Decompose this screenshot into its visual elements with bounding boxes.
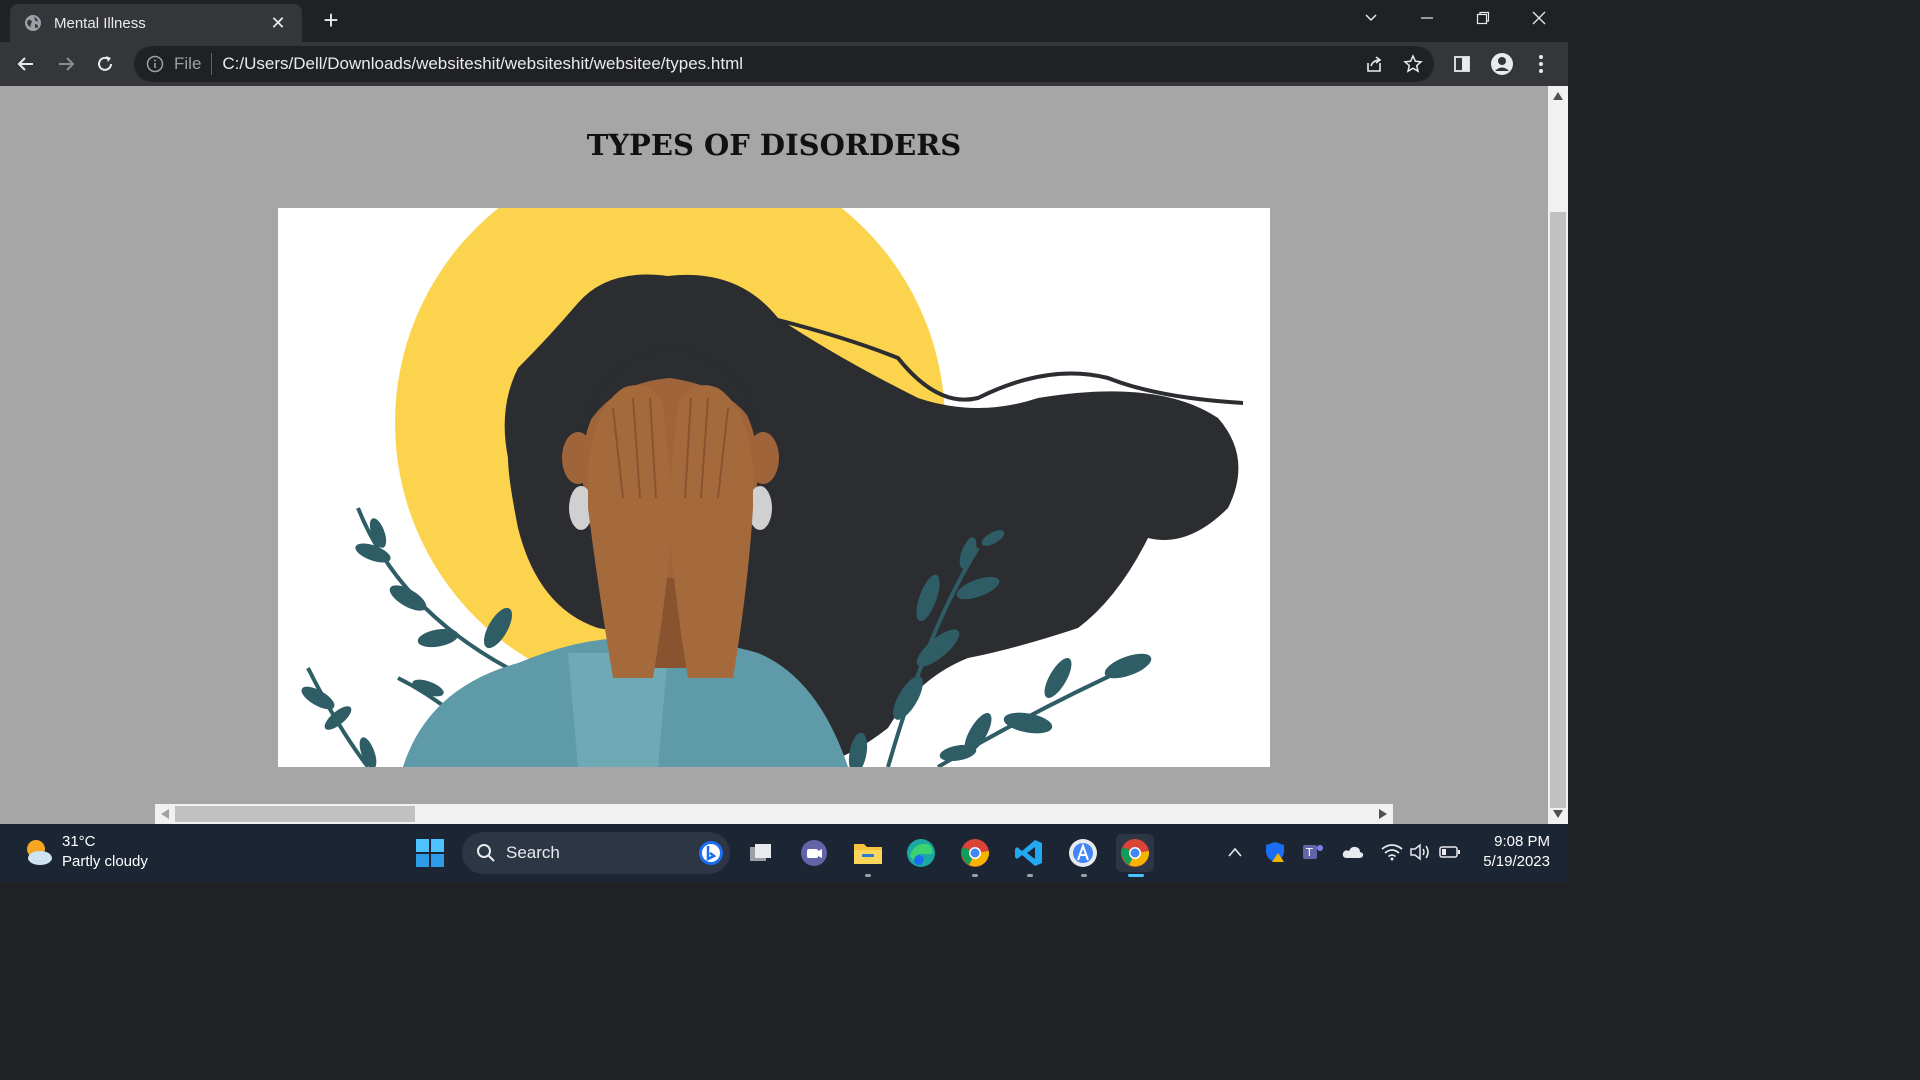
taskbar-search[interactable]: Search	[462, 832, 730, 874]
scroll-down-icon[interactable]	[1553, 810, 1563, 818]
close-window-icon[interactable]	[1513, 0, 1565, 36]
active-indicator	[1128, 874, 1144, 877]
bookmark-star-icon[interactable]	[1399, 50, 1427, 78]
svg-text:T: T	[1305, 846, 1313, 859]
running-indicator	[1027, 874, 1033, 877]
vscode-icon[interactable]	[1010, 834, 1048, 872]
security-warning-icon[interactable]	[1263, 840, 1287, 864]
side-panel-icon[interactable]	[1448, 50, 1476, 78]
scheme-label: File	[174, 54, 202, 73]
tab-strip: Mental Illness ✕ +	[0, 0, 1568, 42]
menu-kebab-icon[interactable]	[1527, 50, 1555, 78]
minimize-icon[interactable]	[1401, 0, 1453, 36]
weather-description: Partly cloudy	[62, 853, 148, 870]
bing-icon[interactable]	[698, 840, 724, 866]
running-indicator	[972, 874, 978, 877]
page-viewport: TYPES OF DISORDERS	[0, 86, 1548, 804]
horizontal-scroll-thumb[interactable]	[175, 806, 415, 822]
page-title: TYPES OF DISORDERS	[586, 128, 962, 162]
vertical-scrollbar[interactable]	[1548, 86, 1568, 824]
search-icon	[477, 844, 495, 862]
weather-widget[interactable]: 31°C Partly cloudy	[22, 832, 148, 872]
hero-illustration	[278, 208, 1270, 767]
search-placeholder: Search	[506, 843, 560, 862]
chrome-active-icon[interactable]	[1116, 834, 1154, 872]
volume-icon[interactable]	[1408, 840, 1432, 864]
url-text[interactable]: C:/Users/Dell/Downloads/websiteshit/webs…	[222, 54, 743, 74]
teams-tray-icon[interactable]: T	[1301, 840, 1325, 864]
edge-icon[interactable]	[902, 834, 940, 872]
back-arrow-icon[interactable]	[12, 50, 40, 78]
windows-start-icon[interactable]	[411, 834, 449, 872]
taskbar-clock[interactable]: 9:08 PM 5/19/2023	[1470, 832, 1550, 872]
file-explorer-icon[interactable]	[849, 834, 887, 872]
battery-icon[interactable]	[1438, 840, 1462, 864]
close-tab-icon[interactable]: ✕	[268, 13, 288, 34]
address-bar[interactable]: File C:/Users/Dell/Downloads/websiteshit…	[134, 46, 1434, 82]
wifi-icon[interactable]	[1380, 840, 1404, 864]
teams-chat-icon[interactable]	[795, 834, 833, 872]
share-icon[interactable]	[1360, 50, 1388, 78]
profile-icon[interactable]	[1488, 50, 1516, 78]
scroll-left-icon[interactable]	[161, 809, 169, 819]
running-indicator	[1081, 874, 1087, 877]
globe-icon	[25, 15, 41, 31]
reload-icon[interactable]	[91, 50, 119, 78]
clock-date: 5/19/2023	[1483, 853, 1550, 870]
clock-time: 9:08 PM	[1494, 833, 1550, 850]
omnibox-divider	[211, 53, 213, 75]
new-tab-button[interactable]: +	[318, 7, 344, 34]
chevron-up-icon[interactable]	[1223, 840, 1247, 864]
restore-icon[interactable]	[1457, 0, 1509, 36]
vertical-scroll-thumb[interactable]	[1550, 212, 1566, 808]
android-studio-icon[interactable]	[1064, 834, 1102, 872]
horizontal-scrollbar[interactable]	[155, 804, 1393, 824]
browser-tab[interactable]: Mental Illness ✕	[10, 4, 302, 42]
partly-cloudy-icon	[27, 840, 52, 865]
woman-covering-face-illustration	[301, 208, 1244, 767]
scroll-right-icon[interactable]	[1379, 809, 1387, 819]
running-indicator	[865, 874, 871, 877]
tab-title: Mental Illness	[54, 14, 146, 32]
onedrive-cloud-icon[interactable]	[1341, 840, 1365, 864]
info-icon[interactable]	[146, 55, 164, 73]
forward-arrow-icon[interactable]	[52, 50, 80, 78]
horizontal-scroll-area	[0, 804, 1548, 824]
temperature: 31°C	[62, 833, 96, 850]
chrome-icon[interactable]	[956, 834, 994, 872]
tab-search-icon[interactable]	[1345, 0, 1397, 36]
task-view-icon[interactable]	[742, 834, 780, 872]
windows-taskbar: 31°C Partly cloudy Search T 9:08 PM 5/19…	[0, 824, 1568, 882]
browser-toolbar: File C:/Users/Dell/Downloads/websiteshit…	[0, 42, 1568, 86]
scroll-up-icon[interactable]	[1553, 92, 1563, 100]
